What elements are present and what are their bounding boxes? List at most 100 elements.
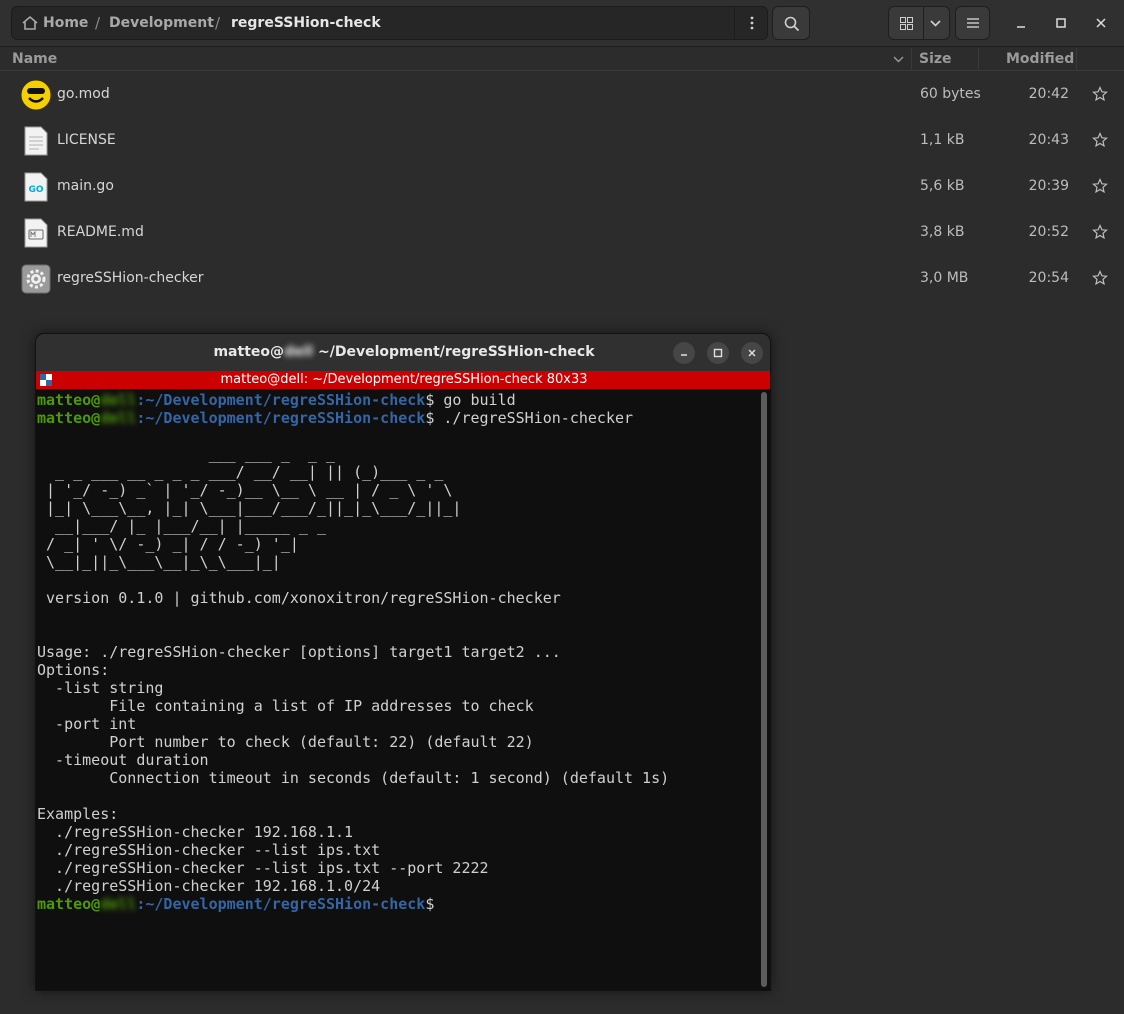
file-size: 3,0 MB — [920, 270, 969, 286]
file-modified: 20:52 — [1028, 224, 1069, 240]
minimize-icon — [681, 354, 687, 356]
file-row-go-mod[interactable]: go.mod 60 bytes 20:42 — [0, 72, 1124, 118]
file-row-license[interactable]: LICENSE 1,1 kB 20:43 — [0, 118, 1124, 164]
hamburger-icon — [967, 18, 979, 28]
terminal-title: matteo@dell ~/Development/regreSSHion-ch… — [213, 344, 595, 360]
list-column-header: Name Size Modified — [0, 48, 1124, 71]
column-divider — [978, 48, 979, 71]
breadcrumb-current[interactable]: regreSSHion-check — [231, 15, 381, 31]
terminal-window[interactable]: matteo@dell ~/Development/regreSSHion-ch… — [35, 333, 771, 991]
close-icon — [748, 349, 756, 357]
file-name: LICENSE — [57, 132, 116, 148]
gopher-icon — [20, 79, 52, 111]
ascii-banner-line: \__|_||_\___\__|_\_\___|_| — [37, 553, 281, 571]
blurred-hostname: dell — [100, 895, 137, 913]
blurred-hostname: dell — [100, 409, 137, 427]
usage-line: Usage: ./regreSSHion-checker [options] t… — [37, 643, 561, 661]
column-divider — [911, 48, 912, 71]
file-name: regreSSHion-checker — [57, 270, 204, 286]
ascii-banner-line: |_| \___\__, |_| \___|___/___/_||_|_\___… — [37, 499, 462, 517]
file-name: README.md — [57, 224, 144, 240]
file-row-readme[interactable]: README.md 3,8 kB 20:52 — [0, 210, 1124, 256]
markdown-file-icon — [24, 218, 48, 248]
file-name: main.go — [57, 178, 114, 194]
button-divider — [923, 7, 924, 39]
file-size: 60 bytes — [920, 86, 981, 102]
star-icon[interactable] — [1092, 132, 1108, 148]
close-icon[interactable] — [1089, 11, 1113, 35]
maximize-icon — [713, 348, 723, 358]
main-menu-button[interactable] — [955, 6, 990, 40]
example-line: ./regreSSHion-checker 192.168.1.1 — [37, 823, 354, 841]
column-divider — [1076, 48, 1077, 71]
ascii-banner-line: _ _ ___ __ _ _ _ ___/ __/ __| || (_)___ … — [37, 463, 444, 481]
terminal-titlebar[interactable]: matteo@dell ~/Development/regreSSHion-ch… — [36, 334, 770, 371]
chevron-down-icon[interactable] — [930, 20, 941, 27]
file-modified: 20:54 — [1028, 270, 1069, 286]
search-icon — [784, 16, 800, 32]
terminal-line: matteo@dell:~/Development/regreSSHion-ch… — [37, 391, 516, 409]
home-icon[interactable] — [21, 15, 39, 31]
example-line: ./regreSSHion-checker --list ips.txt --p… — [37, 859, 489, 877]
file-modified: 20:42 — [1028, 86, 1069, 102]
ascii-banner-line: | '_/ -_) _` | '_/ -_)__ \__ \ __ | / _ … — [37, 481, 453, 499]
file-size: 1,1 kB — [920, 132, 965, 148]
star-icon[interactable] — [1092, 270, 1108, 286]
terminal-maximize-button[interactable] — [707, 342, 729, 364]
file-modified: 20:43 — [1028, 132, 1069, 148]
blurred-hostname: dell — [100, 391, 137, 409]
terminal-close-button[interactable] — [741, 342, 763, 364]
column-modified[interactable]: Modified — [1006, 51, 1074, 67]
ascii-banner-line: / _| ' \/ -_) _| / / -_) '_| — [37, 535, 299, 553]
star-icon[interactable] — [1092, 178, 1108, 194]
file-size: 3,8 kB — [920, 224, 965, 240]
ascii-banner-line: ___ ___ _ _ _ — [37, 445, 336, 463]
terminal-status-text: matteo@dell: ~/Development/regreSSHion-c… — [220, 372, 588, 387]
terminal-line: matteo@dell:~/Development/regreSSHion-ch… — [37, 409, 634, 427]
file-size: 5,6 kB — [920, 178, 965, 194]
file-row-main-go[interactable]: GO main.go 5,6 kB 20:39 — [0, 164, 1124, 210]
terminal-status-bar: matteo@dell: ~/Development/regreSSHion-c… — [36, 371, 770, 389]
text-file-icon — [24, 126, 48, 156]
option-line: -timeout duration — [37, 751, 209, 769]
breadcrumb-home[interactable]: Home — [43, 15, 88, 31]
file-name: go.mod — [57, 86, 110, 102]
terminal-minimize-button[interactable] — [673, 342, 695, 364]
breadcrumb-development[interactable]: Development — [109, 15, 214, 31]
star-icon[interactable] — [1092, 86, 1108, 102]
minimize-icon[interactable] — [1009, 11, 1033, 35]
path-menu-button[interactable] — [734, 7, 768, 39]
breadcrumb-separator: / — [95, 14, 101, 32]
maximize-icon[interactable] — [1049, 11, 1073, 35]
column-name[interactable]: Name — [12, 51, 57, 67]
grid-view-icon — [900, 17, 913, 30]
option-line: -list string — [37, 679, 164, 697]
column-size[interactable]: Size — [919, 51, 952, 67]
example-line: ./regreSSHion-checker --list ips.txt — [37, 841, 381, 859]
terminal-scrollbar[interactable] — [761, 392, 767, 987]
file-manager-headerbar: Home / Development / regreSSHion-check — [0, 0, 1124, 47]
svg-text:GO: GO — [28, 185, 43, 195]
options-header: Options: — [37, 661, 110, 679]
executable-gear-icon — [21, 264, 51, 294]
vertical-dots-icon — [750, 16, 754, 30]
blurred-hostname: dell — [284, 344, 314, 360]
terminal-output[interactable]: matteo@dell:~/Development/regreSSHion-ch… — [37, 391, 759, 990]
go-file-icon: GO — [24, 172, 48, 202]
star-icon[interactable] — [1092, 224, 1108, 240]
search-button[interactable] — [772, 6, 810, 40]
file-modified: 20:39 — [1028, 178, 1069, 194]
option-line: Connection timeout in seconds (default: … — [37, 769, 670, 787]
path-bar[interactable]: Home / Development / regreSSHion-check — [11, 6, 768, 40]
examples-header: Examples: — [37, 805, 119, 823]
version-line: version 0.1.0 | github.com/xonoxitron/re… — [37, 589, 561, 607]
sort-chevron-icon[interactable] — [893, 56, 904, 63]
ascii-banner-line: __|___/ |_ |___/__| |_____ _ _ — [37, 517, 326, 535]
option-line: File containing a list of IP addresses t… — [37, 697, 534, 715]
file-row-regresshion-checker[interactable]: regreSSHion-checker 3,0 MB 20:54 — [0, 256, 1124, 302]
view-mode-button[interactable] — [888, 6, 950, 40]
